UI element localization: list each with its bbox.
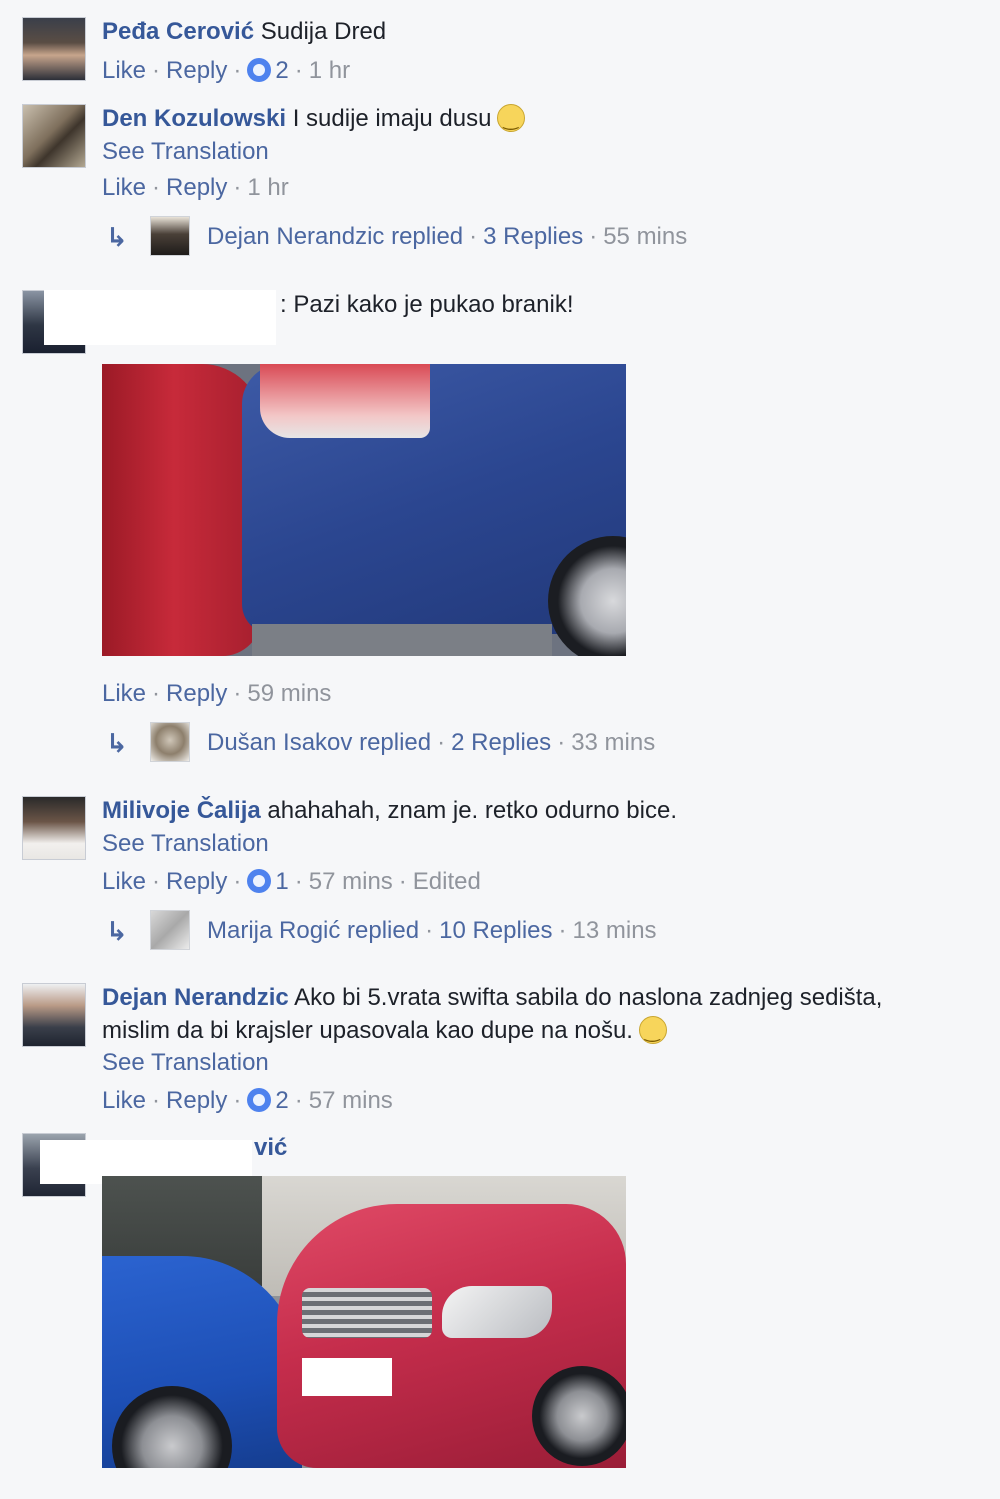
separator: · (294, 57, 303, 84)
comment-author[interactable]: vić (254, 1134, 287, 1161)
headlight-shape (442, 1286, 552, 1338)
comment-text-line2: mislim da bi krajsler upasovala kao dupe… (102, 1017, 633, 1044)
avatar[interactable] (22, 796, 86, 860)
avatar[interactable] (22, 17, 86, 81)
separator: · (233, 57, 242, 84)
comment-author[interactable]: Dejan Nerandzic (102, 984, 289, 1011)
comment-text: : Pazi kako je pukao branik! (280, 291, 574, 318)
timestamp[interactable]: 59 mins (247, 680, 331, 707)
separator: · (294, 1087, 303, 1114)
like-link[interactable]: Like (102, 868, 146, 895)
separator: · (589, 223, 598, 250)
separator: · (233, 868, 242, 895)
reaction-count[interactable]: 2 (275, 1087, 288, 1114)
separator: · (152, 57, 161, 84)
separator: · (558, 917, 567, 944)
separator: · (233, 174, 242, 201)
avatar[interactable] (150, 216, 190, 256)
comment-photo[interactable] (102, 364, 626, 656)
reply-link[interactable]: Reply (166, 57, 227, 84)
reaction-count[interactable]: 2 (275, 57, 288, 84)
timestamp[interactable]: 57 mins (309, 1087, 393, 1114)
like-link[interactable]: Like (102, 174, 146, 201)
comment-text: Sudija Dred (260, 18, 387, 45)
separator: · (425, 917, 434, 944)
avatar[interactable] (22, 104, 86, 168)
reply-arrow-icon: ↳ (106, 916, 128, 946)
comment-text-line1: Ako bi 5.vrata swifta sabila do naslona … (294, 984, 883, 1011)
timestamp[interactable]: 13 mins (573, 917, 657, 944)
comment-text: ahahahah, znam je. retko odurno bice. (267, 797, 677, 824)
see-translation-link[interactable]: See Translation (102, 830, 269, 857)
separator: · (152, 680, 161, 707)
separator: · (469, 223, 478, 250)
reply-link[interactable]: Reply (166, 680, 227, 707)
separator: · (437, 729, 446, 756)
reply-link[interactable]: Reply (166, 868, 227, 895)
timestamp[interactable]: 55 mins (603, 223, 687, 250)
avatar[interactable] (150, 910, 190, 950)
grille-shape (302, 1288, 432, 1338)
redaction-box (44, 290, 276, 345)
like-link[interactable]: Like (102, 57, 146, 84)
replies-count[interactable]: 2 Replies (451, 729, 551, 756)
like-reaction-icon[interactable] (247, 58, 272, 82)
like-link[interactable]: Like (102, 680, 146, 707)
separator: · (233, 1087, 242, 1114)
timestamp[interactable]: 1 hr (309, 57, 350, 84)
avatar[interactable] (150, 722, 190, 762)
separator: · (398, 868, 407, 895)
reply-link[interactable]: Reply (166, 1087, 227, 1114)
reply-arrow-icon: ↳ (106, 222, 128, 252)
red-car-shape (102, 364, 262, 656)
separator: · (152, 174, 161, 201)
separator: · (152, 1087, 161, 1114)
separator: · (294, 868, 303, 895)
reply-arrow-icon: ↳ (106, 728, 128, 758)
redaction-box (302, 1358, 392, 1396)
separator: · (557, 729, 566, 756)
ground-shape (252, 624, 552, 656)
replies-summary-author[interactable]: Marija Rogić replied (207, 917, 419, 944)
see-translation-link[interactable]: See Translation (102, 1049, 269, 1076)
separator: · (233, 680, 242, 707)
separator: · (152, 868, 161, 895)
comment-author[interactable]: Peđa Cerović (102, 18, 254, 45)
comment-author[interactable]: Den Kozulowski (102, 105, 286, 132)
comment-author[interactable]: Milivoje Čalija (102, 797, 261, 824)
like-link[interactable]: Like (102, 1087, 146, 1114)
timestamp[interactable]: 33 mins (571, 729, 655, 756)
like-reaction-icon[interactable] (247, 1088, 272, 1112)
comment-text: I sudije imaju dusu (292, 105, 492, 132)
taillight-shape (260, 364, 430, 438)
timestamp[interactable]: 57 mins (309, 868, 393, 895)
smile-emoji-icon (497, 104, 526, 135)
replies-count[interactable]: 3 Replies (483, 223, 583, 250)
edited-label[interactable]: Edited (413, 868, 481, 895)
avatar[interactable] (22, 983, 86, 1047)
comment-photo[interactable] (102, 1176, 626, 1468)
smile-emoji-icon (638, 1016, 667, 1047)
timestamp[interactable]: 1 hr (247, 174, 288, 201)
replies-summary-author[interactable]: Dejan Nerandzic replied (207, 223, 463, 250)
replies-count[interactable]: 10 Replies (439, 917, 552, 944)
like-reaction-icon[interactable] (247, 869, 272, 893)
reaction-count[interactable]: 1 (275, 868, 288, 895)
replies-summary-author[interactable]: Dušan Isakov replied (207, 729, 431, 756)
reply-link[interactable]: Reply (166, 174, 227, 201)
see-translation-link[interactable]: See Translation (102, 138, 269, 165)
wheel-shape (532, 1366, 626, 1466)
